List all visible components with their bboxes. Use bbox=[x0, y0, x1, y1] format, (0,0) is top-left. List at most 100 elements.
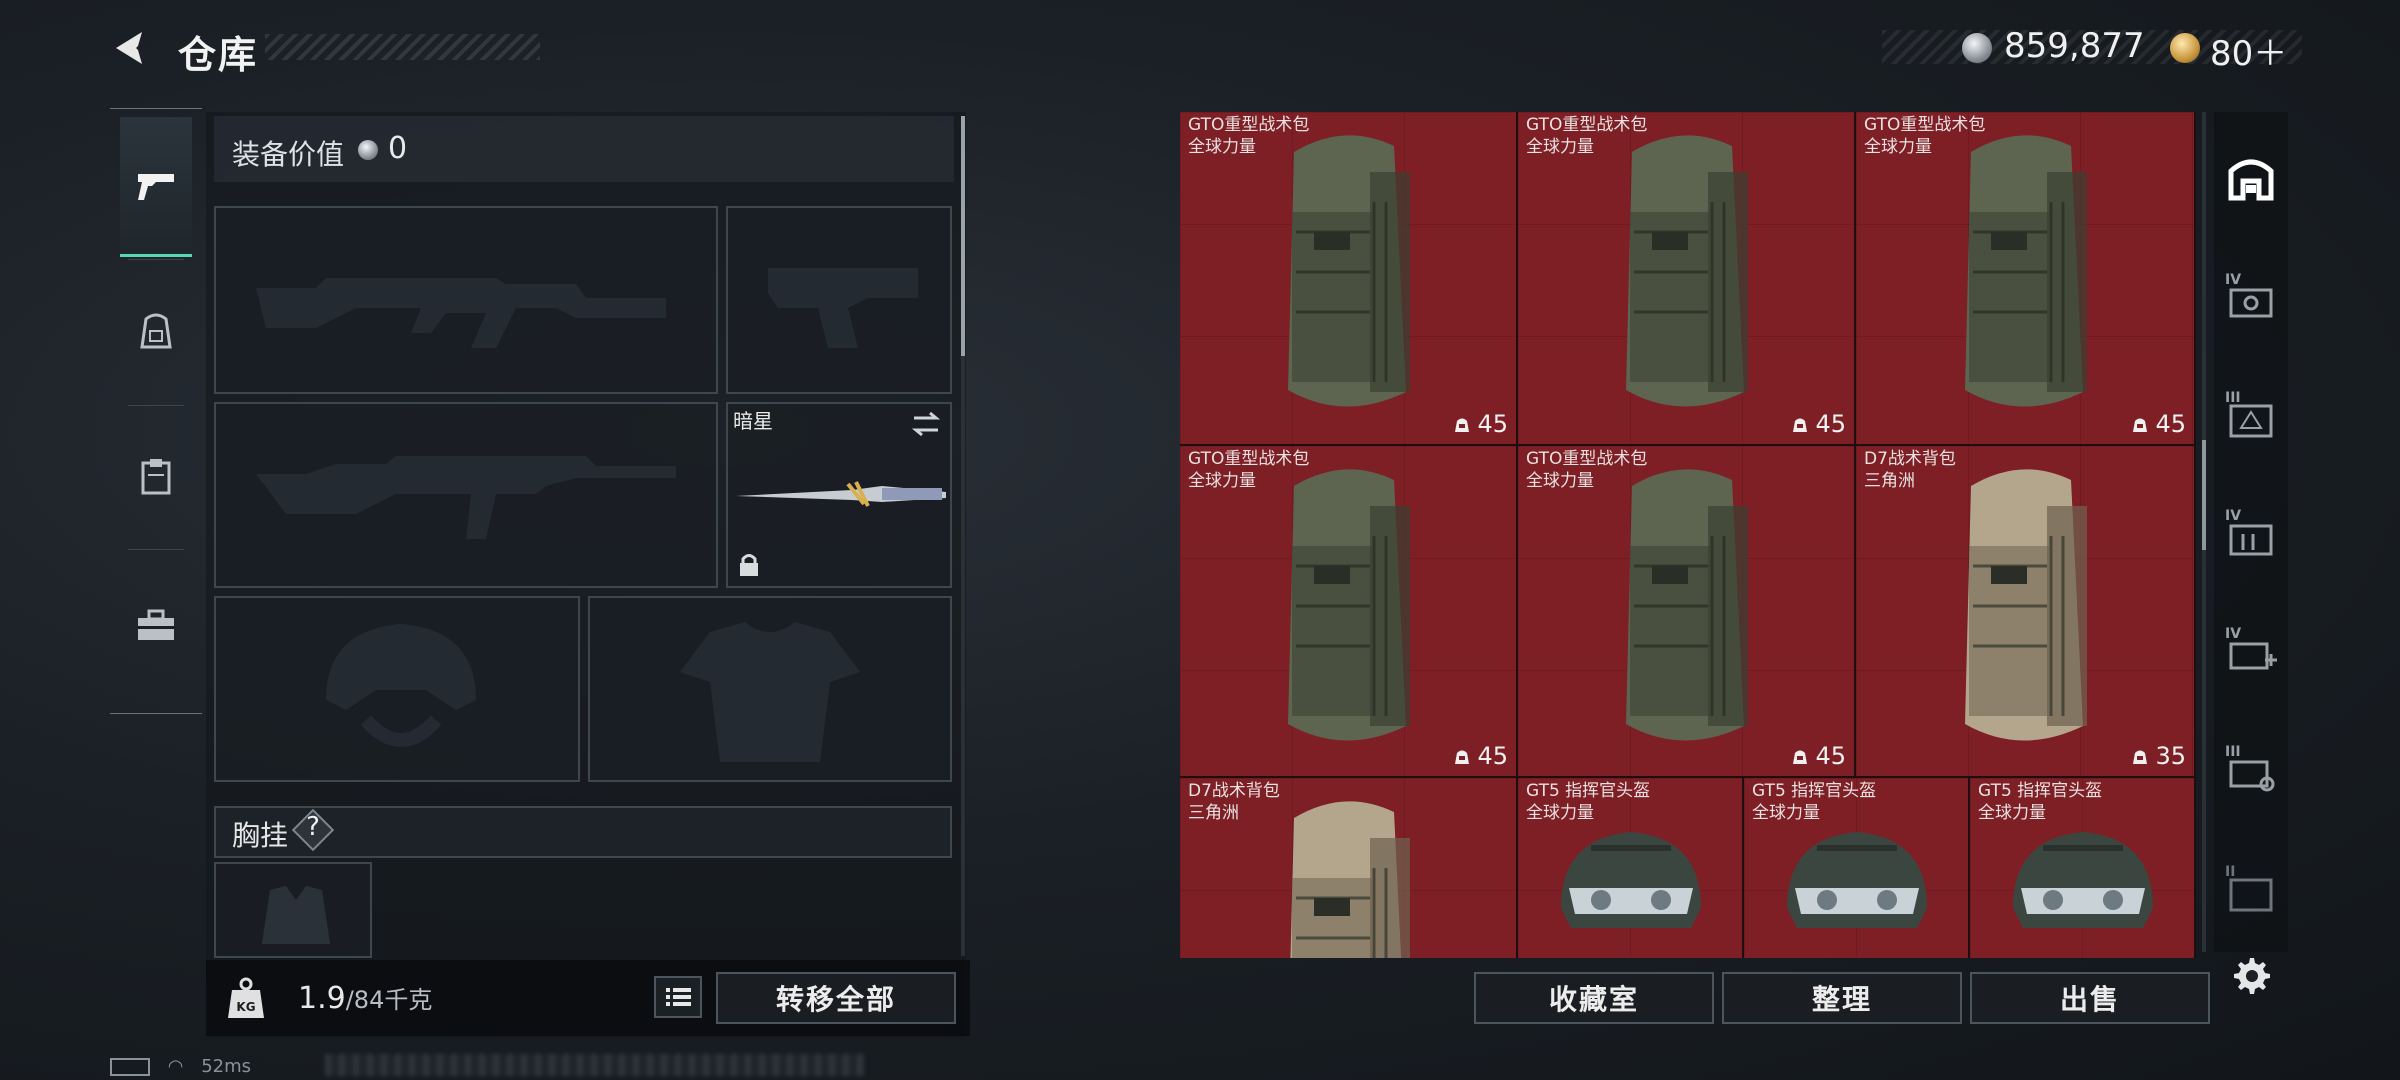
swap-icon[interactable] bbox=[910, 410, 942, 438]
storage-tab-crate[interactable]: II bbox=[2214, 838, 2288, 938]
storage-tab-case[interactable]: IV bbox=[2214, 482, 2288, 582]
value-coin-icon bbox=[358, 140, 378, 160]
helmet-slot[interactable] bbox=[214, 596, 580, 782]
gear-icon[interactable] bbox=[2228, 954, 2272, 998]
title-decoration bbox=[265, 34, 540, 60]
help-icon[interactable]: ? bbox=[303, 812, 323, 842]
stash-item-backpack-green[interactable]: GTO重型战术包 全球力量 45 bbox=[1180, 112, 1518, 446]
capacity-bag-icon bbox=[1455, 418, 1470, 432]
stash-item-backpack-green[interactable]: GTO重型战术包 全球力量 45 bbox=[1180, 446, 1518, 778]
back-arrow-icon[interactable] bbox=[108, 26, 152, 70]
svg-text:III: III bbox=[2225, 744, 2241, 760]
capacity-value: 45 bbox=[2155, 410, 2186, 438]
capacity-badge: 45 bbox=[1791, 410, 1846, 438]
ticket-count-button[interactable]: 80＋ bbox=[2210, 26, 2287, 75]
capacity-badge: 45 bbox=[1453, 410, 1508, 438]
backpack-item-icon bbox=[1274, 456, 1424, 760]
stash-item-label: GT5 指挥官头盔 全球力量 bbox=[1752, 780, 1876, 824]
sort-button[interactable]: 整理 bbox=[1722, 972, 1962, 1024]
helmet-item-icon bbox=[2003, 818, 2163, 958]
capacity-value: 35 bbox=[2155, 742, 2186, 770]
storage-tab-medkit[interactable]: IV bbox=[2214, 600, 2288, 700]
stash-item-backpack-green[interactable]: GTO重型战术包 全球力量 45 bbox=[1856, 112, 2196, 446]
svg-text:II: II bbox=[2225, 864, 2235, 880]
stash-item-name: D7战术背包 bbox=[1864, 449, 1956, 469]
stash-item-label: GT5 指挥官头盔 全球力量 bbox=[1526, 780, 1650, 824]
helmet-item-icon bbox=[1777, 818, 1937, 958]
category-rail bbox=[110, 108, 202, 714]
ping-value: 52ms bbox=[201, 1056, 252, 1077]
stash-item-label: GTO重型战术包 全球力量 bbox=[1526, 448, 1647, 492]
svg-text:III: III bbox=[2225, 390, 2241, 406]
loadout-scroll-thumb[interactable] bbox=[961, 116, 965, 356]
capacity-bag-icon bbox=[1793, 418, 1808, 432]
pistol-slot[interactable] bbox=[726, 206, 952, 394]
backpack-item-icon bbox=[1612, 456, 1762, 760]
stash-item-name: GTO重型战术包 bbox=[1526, 115, 1648, 135]
stash-item-label: GTO重型战术包 全球力量 bbox=[1188, 114, 1309, 158]
current-weight: 1.9 bbox=[298, 981, 346, 1016]
category-backpack-tab[interactable] bbox=[110, 261, 202, 401]
stash-item-backpack-green[interactable]: GTO重型战术包 全球力量 45 bbox=[1518, 446, 1856, 778]
stash-item-label: GT5 指挥官头盔 全球力量 bbox=[1978, 780, 2102, 824]
stash-item-helmet[interactable]: GT5 指挥官头盔 全球力量 bbox=[1744, 778, 1970, 958]
crate-icon: II bbox=[2225, 864, 2273, 912]
stash-item-helmet[interactable]: GT5 指挥官头盔 全球力量 bbox=[1518, 778, 1744, 958]
list-icon bbox=[666, 988, 691, 1006]
safebox-iv-icon: IV bbox=[2225, 272, 2273, 318]
battery-icon bbox=[110, 1058, 150, 1076]
storage-tab-tools[interactable]: III bbox=[2214, 718, 2288, 818]
secondary-weapon-slot[interactable] bbox=[214, 402, 718, 588]
capacity-value: 45 bbox=[1477, 410, 1508, 438]
primary-weapon-slot[interactable] bbox=[214, 206, 718, 394]
toolbox-icon bbox=[138, 609, 174, 640]
stash-item-backpack-tan[interactable]: D7战术背包 三角洲 bbox=[1180, 778, 1518, 958]
collection-room-button[interactable]: 收藏室 bbox=[1474, 972, 1714, 1024]
storage-tab-main[interactable] bbox=[2214, 128, 2288, 228]
category-tools-tab[interactable] bbox=[110, 555, 202, 695]
category-weapons-tab[interactable] bbox=[120, 117, 192, 257]
stash-item-brand: 全球力量 bbox=[1526, 137, 1594, 157]
capacity-value: 45 bbox=[1815, 742, 1846, 770]
stash-item-backpack-tan[interactable]: D7战术背包 三角洲 35 bbox=[1856, 446, 2196, 778]
stash-scroll-thumb[interactable] bbox=[2202, 440, 2206, 550]
backpack-icon bbox=[140, 313, 172, 349]
sell-button[interactable]: 出售 bbox=[1970, 972, 2210, 1024]
stash-item-helmet[interactable]: GT5 指挥官头盔 全球力量 bbox=[1970, 778, 2196, 958]
backpack-item-icon bbox=[1274, 122, 1424, 426]
backpack-item-icon bbox=[1951, 122, 2101, 426]
transfer-all-button[interactable]: 转移全部 bbox=[716, 972, 956, 1024]
svg-text:KG: KG bbox=[236, 1000, 255, 1014]
stash-home-icon bbox=[2228, 159, 2274, 201]
capacity-bag-icon bbox=[2133, 418, 2148, 432]
stash-item-brand: 全球力量 bbox=[1526, 803, 1594, 823]
knife-icon bbox=[736, 481, 946, 507]
stash-item-label: GTO重型战术包 全球力量 bbox=[1526, 114, 1647, 158]
chest-rig-slot[interactable] bbox=[214, 862, 372, 958]
hafu-coin-icon bbox=[1962, 33, 1992, 63]
weight-kg-icon: KG bbox=[228, 977, 264, 1018]
stash-item-brand: 全球力量 bbox=[1864, 137, 1932, 157]
capacity-badge: 35 bbox=[2131, 742, 2186, 770]
backpack-item-icon bbox=[1612, 122, 1762, 426]
tools-iii-icon: III bbox=[2225, 744, 2275, 792]
stash-item-backpack-green[interactable]: GTO重型战术包 全球力量 45 bbox=[1518, 112, 1856, 446]
storage-tab-safebox[interactable]: IV bbox=[2214, 246, 2288, 346]
stash-item-label: GTO重型战术包 全球力量 bbox=[1188, 448, 1309, 492]
armor-slot[interactable] bbox=[588, 596, 952, 782]
list-view-button[interactable] bbox=[654, 976, 702, 1018]
stash-item-brand: 三角洲 bbox=[1864, 471, 1915, 491]
stash-item-name: GTO重型战术包 bbox=[1526, 449, 1648, 469]
capacity-badge: 45 bbox=[2131, 410, 2186, 438]
lock-icon bbox=[740, 554, 758, 576]
max-weight: /84千克 bbox=[345, 986, 433, 1014]
capacity-value: 45 bbox=[1477, 742, 1508, 770]
svg-text:IV: IV bbox=[2225, 626, 2241, 642]
category-rig-tab[interactable] bbox=[110, 407, 202, 547]
stash-item-brand: 全球力量 bbox=[1978, 803, 2046, 823]
stash-item-label: GTO重型战术包 全球力量 bbox=[1864, 114, 1985, 158]
currency-value: 859,877 bbox=[2004, 26, 2145, 66]
storage-tab-box[interactable]: III bbox=[2214, 364, 2288, 464]
backpack-item-icon bbox=[1274, 788, 1424, 958]
melee-name: 暗星 bbox=[733, 409, 773, 433]
